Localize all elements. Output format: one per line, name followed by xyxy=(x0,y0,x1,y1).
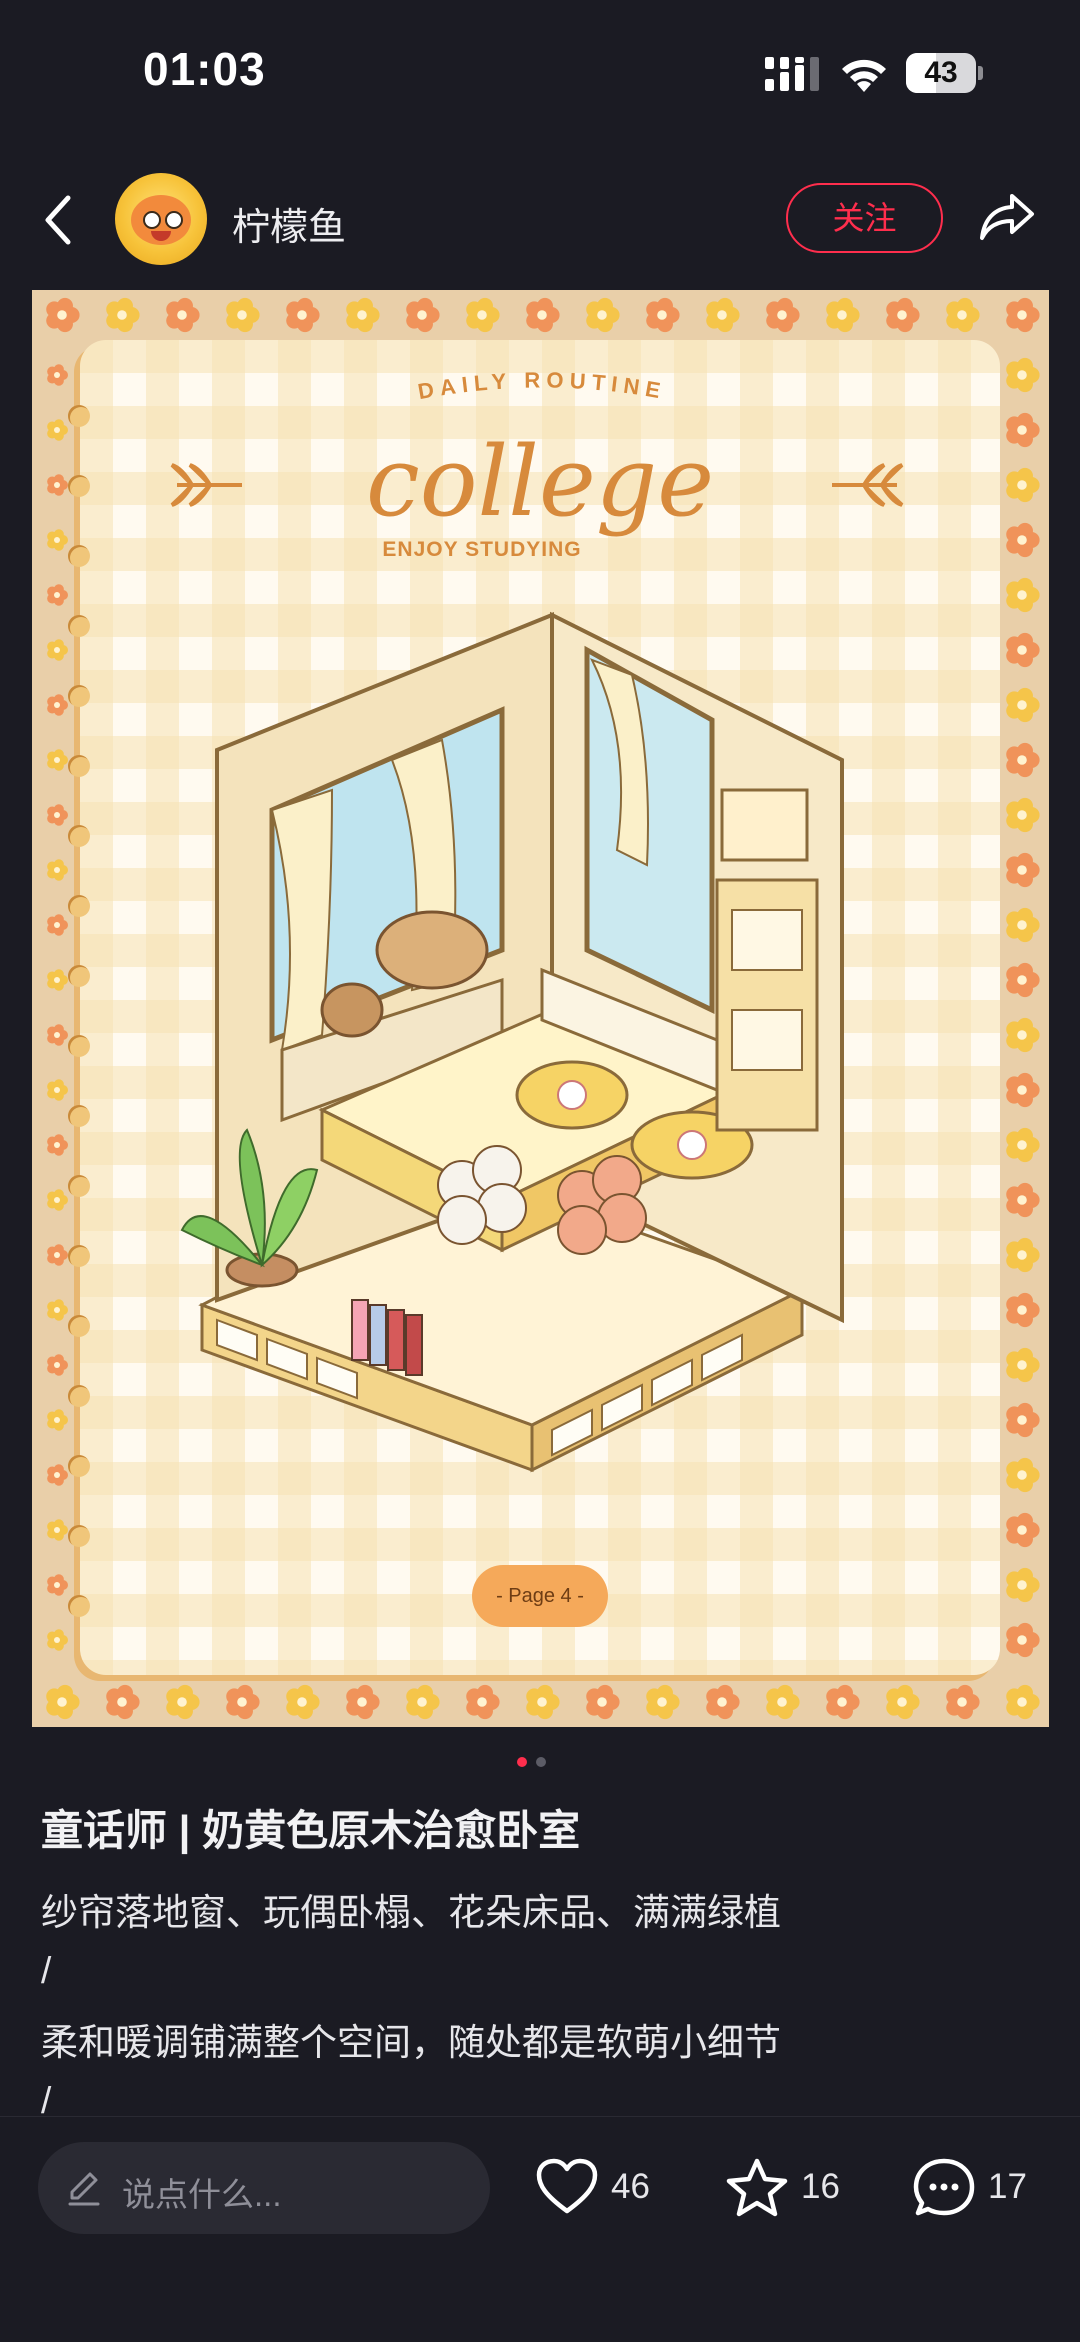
isometric-bedroom xyxy=(180,611,844,1473)
battery-percent: 43 xyxy=(924,56,958,89)
author-name[interactable]: 柠檬鱼 xyxy=(232,196,346,251)
carousel-dot-2 xyxy=(536,1757,546,1767)
favorite-count: 16 xyxy=(801,2167,840,2206)
post-desc-line-3: 柔和暖调铺满整个空间，随处都是软萌小细节 xyxy=(41,2022,781,2063)
cellular-signal-icon xyxy=(765,57,819,91)
comment-input[interactable]: 说点什么... xyxy=(38,2142,490,2234)
post-desc-line-2: / xyxy=(41,1950,52,1991)
illustration: DAILY ROUTINE college ENJOY STUDYING xyxy=(170,367,904,1473)
comment-placeholder: 说点什么... xyxy=(122,2176,282,2213)
status-bar: 01:03 43 xyxy=(0,0,1080,150)
page-number-label: - Page 4 - xyxy=(472,1565,608,1627)
heart-icon xyxy=(536,2158,598,2214)
favorite-button[interactable]: 16 xyxy=(725,2157,855,2217)
author-avatar[interactable] xyxy=(115,173,207,265)
post-desc-line-1: 纱帘落地窗、玩偶卧榻、花朵床品、满满绿植 xyxy=(41,1892,781,1933)
status-time: 01:03 xyxy=(143,43,266,95)
pencil-icon xyxy=(68,2172,100,2206)
post-title: 童话师 | 奶黄色原木治愈卧室 xyxy=(41,1807,581,1854)
arc-heading: DAILY ROUTINE xyxy=(416,367,668,404)
wifi-icon xyxy=(842,59,886,92)
share-icon[interactable] xyxy=(978,190,1036,244)
post-image[interactable]: DAILY ROUTINE college ENJOY STUDYING - P… xyxy=(32,290,1049,1727)
script-title: college xyxy=(366,426,714,538)
back-arrow-icon[interactable] xyxy=(36,192,86,248)
star-icon xyxy=(726,2158,788,2217)
subtitle: ENJOY STUDYING xyxy=(382,538,581,561)
carousel-indicator xyxy=(517,1754,555,1772)
bottom-action-bar: 说点什么... 46 16 17 xyxy=(0,2116,1080,2342)
carousel-dot-1 xyxy=(517,1757,527,1767)
comment-count: 17 xyxy=(988,2167,1027,2206)
comment-button[interactable]: 17 xyxy=(912,2157,1042,2217)
like-button[interactable]: 46 xyxy=(535,2157,665,2217)
battery-indicator: 43 xyxy=(906,53,984,93)
post-header: 柠檬鱼 关注 xyxy=(0,170,1080,270)
follow-button[interactable]: 关注 xyxy=(786,183,943,253)
like-count: 46 xyxy=(611,2167,650,2206)
chat-bubble-icon xyxy=(913,2158,975,2216)
